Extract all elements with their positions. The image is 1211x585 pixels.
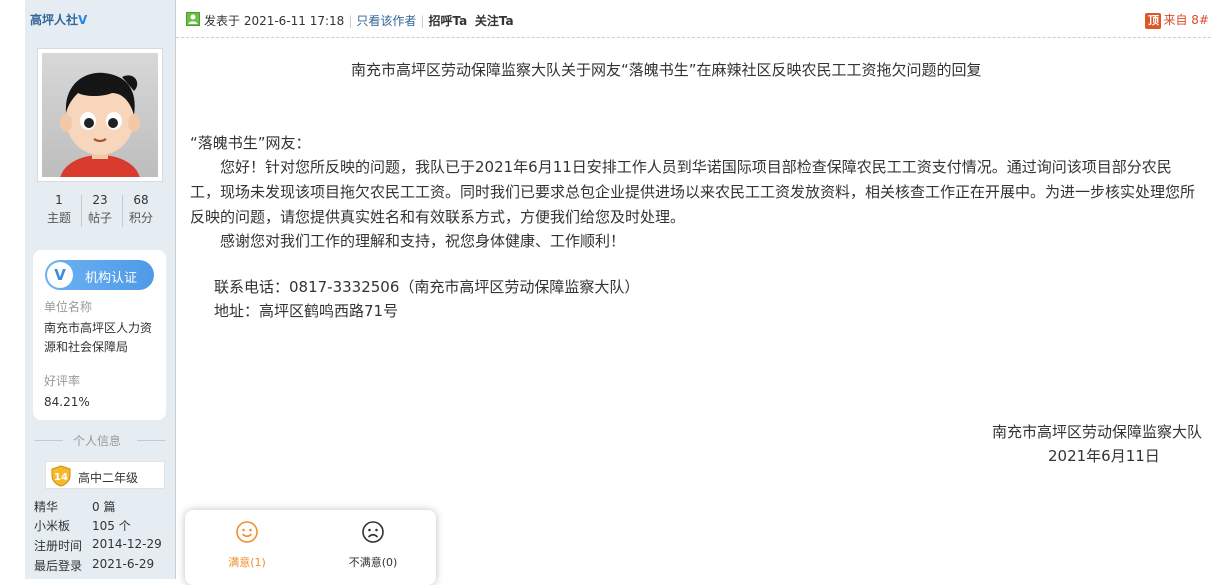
post-title: 南充市高坪区劳动保障监察大队关于网友“落魄书生”在麻辣社区反映农民工工资拖欠问题… [351,61,982,79]
certification-label: 机构认证 [85,271,138,286]
stat-points[interactable]: 68 积分 [123,193,159,226]
floor-info[interactable]: 顶来自 8# [1145,11,1209,29]
satisfied-label: 满意(1) [228,556,266,569]
detail-value: 105 个 [92,519,131,533]
stat-points-value: 68 [133,193,149,207]
detail-value: 2021-6-29 [92,557,155,571]
post-header: 发表于 2021-6-11 17:18 | 只看该作者 | 招呼Ta 关注Ta 顶来自 … [176,0,1211,38]
certification-badge[interactable]: V 机构认证 [45,260,154,290]
stat-posts-label: 帖子 [87,211,112,225]
avatar[interactable] [37,48,163,182]
post-paragraph: 感谢您对我们工作的理解和支持，祝您身体健康、工作顺利！ [190,232,626,250]
rating-value: 84.21% [44,395,90,409]
username-link[interactable]: 高坪人社V [30,11,87,28]
detail-value: 0 篇 [92,500,116,514]
greet-link[interactable]: 招呼Ta [428,14,467,28]
level-name: 高中二年级 [78,471,139,485]
floor-number: 来自 8# [1163,13,1209,27]
verified-icon: V [78,13,88,27]
level-shield-icon: 14 [51,465,71,487]
divider [137,440,165,441]
unsatisfied-label: 不满意(0) [348,556,398,569]
frown-icon [362,521,384,543]
rating-label: 好评率 [44,374,81,388]
certification-card: V 机构认证 单位名称 南充市高坪区人力资源和社会保障局 好评率 84.21% [33,250,166,420]
stat-topics-label: 主题 [46,211,71,225]
verified-v-icon: V [47,262,73,288]
unit-name-value: 南充市高坪区人力资源和社会保障局 [44,321,153,354]
personal-info-heading: 个人信息 [33,432,167,448]
detail-key: 注册时间 [34,539,83,553]
divider [35,440,63,441]
unsatisfied-button[interactable]: 不满意(0) [328,520,418,570]
stat-topics[interactable]: 1 主题 [41,193,77,226]
satisfied-button[interactable]: 满意(1) [202,520,292,570]
stat-posts[interactable]: 23 帖子 [82,193,118,226]
contact-phone: 联系电话：0817-3332506（南充市高坪区劳动保障监察大队） [214,278,640,296]
smile-icon [236,521,258,543]
detail-key: 小米板 [34,519,71,533]
post-time: 发表于 2021-6-11 17:18 [204,14,345,28]
svg-text:14: 14 [54,472,68,483]
avatar-image [42,53,158,177]
rating-panel: 满意(1) 不满意(0) [185,510,436,585]
only-author-link[interactable]: 只看该作者 [356,14,416,28]
personal-info-title: 个人信息 [73,434,122,448]
detail-key: 最后登录 [34,559,83,573]
post-meta: 发表于 2021-6-11 17:18 | 只看该作者 | 招呼Ta 关注Ta [204,14,514,28]
post-greeting: “落魄书生”网友： [190,134,311,152]
detail-key: 精华 [34,500,59,514]
source-icon: 顶 [1145,12,1162,29]
username-text: 高坪人社 [30,13,79,27]
post-paragraph: 您好！针对您所反映的问题，我队已于2021年6月11日安排工作人员到华诺国际项目… [190,158,1196,226]
online-status-icon [186,12,200,26]
stat-topics-value: 1 [55,193,63,207]
unit-name-label: 单位名称 [44,300,93,314]
stat-posts-value: 23 [92,193,108,207]
user-stats: 1 主题 23 帖子 68 积分 [41,193,159,233]
follow-link[interactable]: 关注Ta [475,14,514,28]
contact-address: 地址：高坪区鹤鸣西路71号 [214,302,399,320]
stat-points-label: 积分 [128,211,153,225]
signature-date: 2021年6月11日 [1048,447,1160,465]
user-level[interactable]: 14 高中二年级 [45,461,165,489]
user-sidebar: 高坪人社V 1 主题 23 帖子 68 积分 V 机构认证 单位名称 南充市高坪… [25,0,176,579]
detail-value: 2014-12-29 [92,537,162,551]
signature-org: 南充市高坪区劳动保障监察大队 [991,423,1202,441]
